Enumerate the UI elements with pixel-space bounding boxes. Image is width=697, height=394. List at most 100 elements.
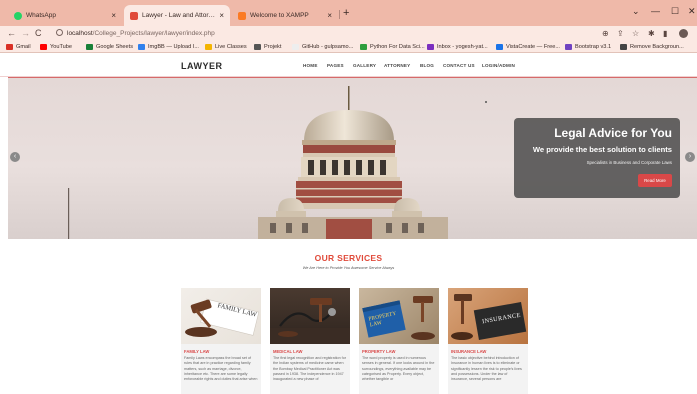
forward-icon[interactable]: → — [21, 28, 30, 39]
bookmark-live-classes[interactable]: Live Classes — [205, 43, 247, 51]
card-title: MEDICAL LAW — [273, 349, 303, 354]
bootstrap-icon — [565, 44, 572, 50]
read-more-button[interactable]: Read More — [638, 174, 672, 187]
insurance-law-image: INSURANCE — [448, 288, 528, 344]
carousel-next-button[interactable]: › — [685, 152, 695, 162]
hero-subtitle: We provide the best solution to clients — [532, 145, 672, 154]
nav-blog[interactable]: BLOG — [420, 63, 434, 68]
bookmark-sheets[interactable]: Google Sheets — [86, 43, 133, 51]
nav-home[interactable]: HOME — [303, 63, 318, 68]
reload-icon[interactable]: C — [35, 28, 42, 39]
lawyer-favicon-icon — [130, 11, 138, 20]
tab-whatsapp[interactable]: WhatsApp × — [8, 5, 122, 26]
bookmark-label: Live Classes — [215, 44, 247, 50]
whatsapp-icon — [14, 11, 22, 20]
new-tab-button[interactable]: + — [343, 8, 349, 19]
hero-tagline: Specialists in Business and Corporate La… — [586, 160, 672, 165]
bookmark-projekt[interactable]: Projekt — [254, 43, 281, 51]
bookmark-label: Projekt — [264, 44, 282, 50]
nav-gallery[interactable]: GALLERY — [353, 63, 376, 68]
bookmark-label: Remove Backgroun... — [630, 44, 684, 50]
brand-logo[interactable]: LAWYER — [181, 61, 223, 71]
bookmark-label: Python For Data Sci... — [370, 44, 425, 50]
service-card-insurance-law[interactable]: INSURANCE INSURANCE LAW The basic object… — [448, 288, 528, 394]
property-law-image: PROPERTY LAW — [359, 288, 439, 344]
close-icon[interactable]: × — [323, 11, 332, 20]
bookmark-gmail[interactable]: Gmail — [6, 43, 31, 51]
card-title: FAMILY LAW — [184, 349, 210, 354]
nav-contact-us[interactable]: CONTACT US — [443, 63, 475, 68]
card-title: PROPERTY LAW — [362, 349, 396, 354]
projekt-icon — [254, 44, 261, 50]
bookmark-youtube[interactable]: YouTube — [40, 43, 72, 51]
nav-attorney[interactable]: ATTORNEY — [384, 63, 410, 68]
service-card-family-law[interactable]: FAMILY LAW FAMILY LAW Family Laws encomp… — [181, 288, 261, 394]
sidepanel-icon[interactable]: ▮ — [663, 28, 667, 39]
bookmarks-bar: Gmail YouTube Google Sheets ImgBB — Uplo… — [0, 41, 697, 53]
extensions-icon[interactable]: ✱ — [648, 28, 655, 39]
bookmark-vistacreate[interactable]: VistaCreate — Free... — [496, 43, 560, 51]
bookmark-remove-bg[interactable]: Remove Backgroun... — [620, 43, 684, 51]
bookmark-label: YouTube — [50, 44, 72, 50]
window-close-icon[interactable]: ✕ — [688, 7, 696, 16]
tab-label: Welcome to XAMPP — [250, 12, 309, 19]
hero-title: Legal Advice for You — [554, 126, 672, 140]
inbox-icon — [427, 44, 434, 50]
github-icon — [292, 44, 299, 50]
url-input[interactable]: localhost/College_Projects/lawyer/lawyer… — [56, 27, 626, 40]
services-tagline: We Are Here to Provide You Awesome Servi… — [302, 266, 395, 270]
share-icon[interactable]: ⇪ — [617, 28, 624, 39]
site-info-icon[interactable] — [56, 29, 63, 36]
maximize-icon[interactable]: ☐ — [671, 7, 679, 16]
remove-bg-icon — [620, 44, 627, 50]
zoom-icon[interactable]: ⊕ — [602, 28, 609, 39]
gmail-icon — [6, 44, 13, 50]
tab-separator — [339, 10, 340, 19]
imgbb-icon — [138, 44, 145, 50]
close-icon[interactable]: × — [215, 11, 224, 20]
bookmark-github[interactable]: GitHub - gulpsamo... — [292, 43, 353, 51]
bookmark-label: VistaCreate — Free... — [506, 44, 560, 50]
browser-tab-bar: WhatsApp × Lawyer - Law and Attorney Web… — [0, 0, 697, 26]
minimize-icon[interactable]: — — [651, 7, 660, 16]
back-icon[interactable]: ← — [7, 28, 16, 39]
family-law-image: FAMILY LAW — [181, 288, 261, 344]
bookmark-label: Gmail — [16, 44, 31, 50]
tab-label: Lawyer - Law and Attorney Web... — [142, 12, 215, 19]
bookmark-python[interactable]: Python For Data Sci... — [360, 43, 425, 51]
address-bar: ← → C localhost/College_Projects/lawyer/… — [0, 26, 697, 41]
bookmark-label: ImgBB — Upload I... — [148, 44, 199, 50]
hero-caption: Legal Advice for You We provide the best… — [514, 118, 680, 198]
carousel-prev-button[interactable]: ‹ — [10, 152, 20, 162]
vistacreate-icon — [496, 44, 503, 50]
url-path: /College_Projects/lawyer/lawyer/index.ph… — [92, 30, 215, 37]
services-title: OUR SERVICES — [314, 253, 383, 263]
card-text: The word property is used in numerous se… — [362, 356, 435, 382]
card-text: Family Laws encompass the broad set of r… — [184, 356, 258, 382]
service-card-property-law[interactable]: PROPERTY LAW PROPERTY LAW The word prope… — [359, 288, 439, 394]
card-text: The first legal recognition and registra… — [273, 356, 346, 382]
card-text: The basic objective behind introduction … — [451, 356, 522, 382]
nav-pages[interactable]: PAGES — [327, 63, 344, 68]
tab-search-icon[interactable]: ⌄ — [632, 7, 640, 16]
tab-lawyer[interactable]: Lawyer - Law and Attorney Web... × — [124, 5, 230, 26]
xampp-icon — [238, 11, 246, 20]
sheets-icon — [86, 44, 93, 50]
bookmark-label: Google Sheets — [96, 44, 134, 50]
medical-law-image — [270, 288, 350, 344]
card-title: INSURANCE LAW — [451, 349, 487, 354]
bookmark-label: Inbox - yogesh-yat... — [437, 44, 488, 50]
bookmark-label: Bootstrap v3.1 — [575, 44, 612, 50]
nav-login-admin[interactable]: LOGIN/ADMIN — [482, 63, 515, 68]
bookmark-star-icon[interactable]: ☆ — [632, 28, 639, 39]
site-header: LAWYER HOME PAGES GALLERY ATTORNEY BLOG … — [0, 54, 697, 77]
close-icon[interactable]: × — [107, 11, 116, 20]
bookmark-label: GitHub - gulpsamo... — [302, 44, 354, 50]
bookmark-imgbb[interactable]: ImgBB — Upload I... — [138, 43, 199, 51]
service-card-medical-law[interactable]: MEDICAL LAW The first legal recognition … — [270, 288, 350, 394]
tab-xampp[interactable]: Welcome to XAMPP × — [232, 5, 338, 26]
tab-label: WhatsApp — [26, 12, 56, 19]
bookmark-inbox[interactable]: Inbox - yogesh-yat... — [427, 43, 488, 51]
profile-avatar[interactable] — [679, 29, 688, 38]
bookmark-bootstrap[interactable]: Bootstrap v3.1 — [565, 43, 611, 51]
